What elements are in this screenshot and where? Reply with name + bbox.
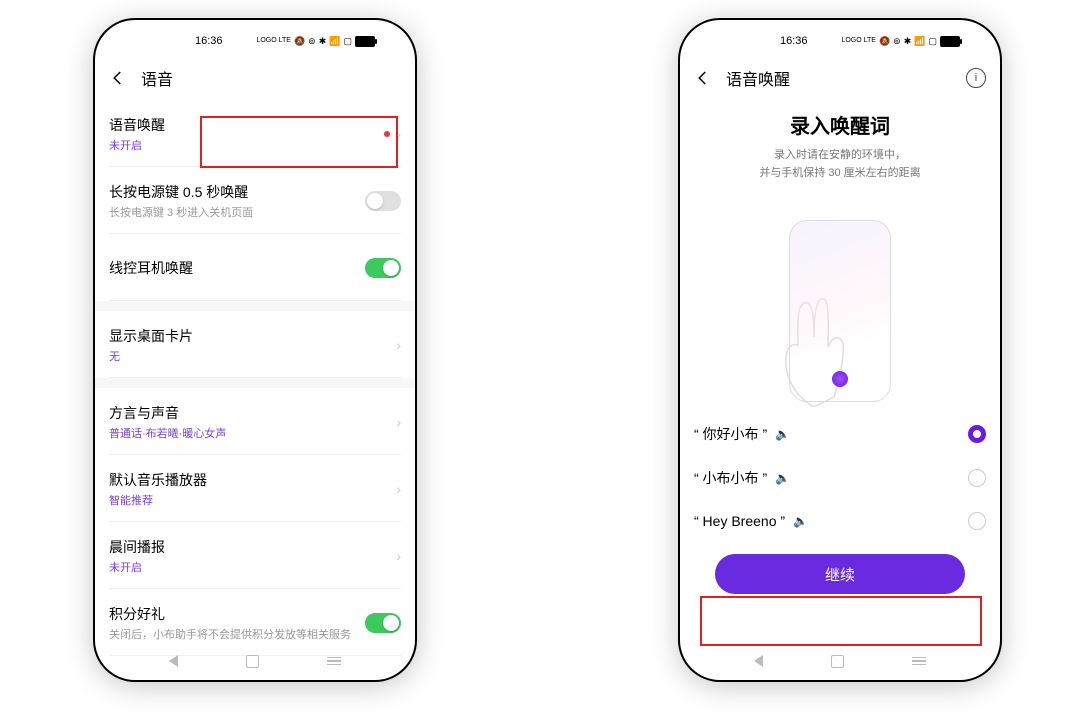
wifi-icon: ⊚ [893, 37, 901, 46]
settings-row[interactable]: 显示桌面卡片无› [109, 311, 401, 378]
back-icon[interactable] [694, 69, 712, 87]
header: 语音唤醒 i [680, 56, 1000, 100]
carrier-text: LOGO LTE [256, 38, 291, 44]
row-title: 线控耳机唤醒 [109, 258, 365, 278]
row-subtitle: 无 [109, 348, 390, 364]
header-title: 语音唤醒 [726, 66, 952, 90]
signal-icon: 📶 [914, 37, 925, 46]
row-title: 积分好礼 [109, 604, 365, 624]
sub-text: 录入时请在安静的环境中， 并与手机保持 30 厘米左右的距离 [694, 147, 986, 182]
chevron-right-icon: › [390, 126, 401, 142]
back-icon[interactable] [109, 69, 127, 87]
settings-row[interactable]: 方言与声音普通话·布若曦·暖心女声› [109, 388, 401, 455]
status-icons: LOGO LTE 🔕 ⊚ ✱ 📶 ▢ [841, 36, 960, 47]
header: 语音 [95, 56, 415, 100]
status-icons: LOGO LTE 🔕 ⊚ ✱ 📶 ▢ [256, 36, 375, 47]
phone-left: 16:36 LOGO LTE 🔕 ⊚ ✱ 📶 ▢ 语音 语音唤醒未开启›长按电源… [95, 20, 415, 680]
big-title: 录入唤醒词 [694, 110, 986, 139]
enroll-content: 录入唤醒词 录入时请在安静的环境中， 并与手机保持 30 厘米左右的距离 “ 你… [680, 110, 1000, 594]
sound-icon[interactable]: 🔈 [775, 427, 790, 441]
sound-icon[interactable]: 🔈 [793, 514, 808, 528]
sound-icon[interactable]: 🔈 [775, 471, 790, 485]
wake-word-option[interactable]: “ 小布小布 ”🔈 [694, 456, 986, 500]
option-label: “ 你好小布 ”🔈 [694, 424, 790, 444]
settings-row[interactable]: 默认音乐播放器智能推荐› [109, 455, 401, 522]
row-subtitle: 长按电源键 3 秒进入关机页面 [109, 204, 365, 220]
vibrate-icon: ▢ [343, 37, 352, 46]
signal-icon: 📶 [329, 37, 340, 46]
status-bar: 16:36 LOGO LTE 🔕 ⊚ ✱ 📶 ▢ [680, 20, 1000, 56]
settings-row[interactable]: 长按电源键 0.5 秒唤醒长按电源键 3 秒进入关机页面 [109, 167, 401, 234]
option-label: “ Hey Breeno ”🔈 [694, 513, 808, 529]
toggle-switch[interactable] [365, 613, 401, 633]
status-time: 16:36 [195, 35, 223, 47]
nav-recent-icon[interactable] [912, 657, 926, 666]
highlight-continue [700, 596, 982, 646]
nav-back-icon[interactable] [754, 655, 763, 667]
row-title: 显示桌面卡片 [109, 326, 390, 346]
chevron-right-icon: › [390, 337, 401, 353]
vibrate-icon: ▢ [928, 37, 937, 46]
header-title: 语音 [141, 66, 401, 90]
chevron-right-icon: › [390, 481, 401, 497]
dnd-icon: 🔕 [879, 37, 890, 46]
settings-list: 语音唤醒未开启›长按电源键 0.5 秒唤醒长按电源键 3 秒进入关机页面线控耳机… [95, 100, 415, 680]
continue-label: 继续 [825, 564, 855, 585]
wake-word-option[interactable]: “ Hey Breeno ”🔈 [694, 500, 986, 542]
row-subtitle: 普通话·布若曦·暖心女声 [109, 425, 390, 441]
nav-bar [95, 642, 415, 680]
status-time: 16:36 [780, 35, 808, 47]
sub-line-1: 录入时请在安静的环境中， [774, 149, 906, 161]
wake-word-options: “ 你好小布 ”🔈 “ 小布小布 ”🔈 “ Hey Breeno ”🔈 [694, 412, 986, 542]
bt-icon: ✱ [904, 37, 912, 46]
settings-row[interactable]: 晨间播报未开启› [109, 522, 401, 589]
carrier-text: LOGO LTE [841, 38, 876, 44]
row-title: 长按电源键 0.5 秒唤醒 [109, 182, 365, 202]
row-title: 晨间播报 [109, 537, 390, 557]
row-title: 默认音乐播放器 [109, 470, 390, 490]
toggle-switch[interactable] [365, 191, 401, 211]
row-subtitle: 未开启 [109, 137, 384, 153]
row-title: 方言与声音 [109, 403, 390, 423]
radio-button[interactable] [968, 469, 986, 487]
sub-line-2: 并与手机保持 30 厘米左右的距离 [759, 167, 920, 179]
info-icon[interactable]: i [966, 68, 986, 88]
radio-button[interactable] [968, 512, 986, 530]
wake-word-option[interactable]: “ 你好小布 ”🔈 [694, 412, 986, 456]
illustration [694, 202, 986, 402]
row-title: 语音唤醒 [109, 115, 384, 135]
row-subtitle: 关闭后，小布助手将不会提供积分发放等相关服务 [109, 626, 365, 642]
chevron-right-icon: › [390, 414, 401, 430]
nav-bar [680, 642, 1000, 680]
bt-icon: ✱ [319, 37, 327, 46]
phone-illustration-icon [789, 220, 891, 402]
chevron-right-icon: › [390, 548, 401, 564]
row-subtitle: 未开启 [109, 559, 390, 575]
settings-row[interactable]: 线控耳机唤醒 [109, 234, 401, 301]
nav-home-icon[interactable] [831, 655, 844, 668]
nav-home-icon[interactable] [246, 655, 259, 668]
toggle-switch[interactable] [365, 258, 401, 278]
dnd-icon: 🔕 [294, 37, 305, 46]
battery-icon [355, 36, 375, 47]
section-gap [95, 378, 415, 388]
continue-button[interactable]: 继续 [715, 554, 965, 594]
section-gap [95, 301, 415, 311]
row-subtitle: 智能推荐 [109, 492, 390, 508]
nav-recent-icon[interactable] [327, 657, 341, 666]
nav-back-icon[interactable] [169, 655, 178, 667]
phone-right: 16:36 LOGO LTE 🔕 ⊚ ✱ 📶 ▢ 语音唤醒 i 录入唤醒词 录入… [680, 20, 1000, 680]
radio-button[interactable] [968, 425, 986, 443]
status-bar: 16:36 LOGO LTE 🔕 ⊚ ✱ 📶 ▢ [95, 20, 415, 56]
option-label: “ 小布小布 ”🔈 [694, 468, 790, 488]
settings-row[interactable]: 语音唤醒未开启 › [109, 100, 401, 167]
wifi-icon: ⊚ [308, 37, 316, 46]
battery-icon [940, 36, 960, 47]
